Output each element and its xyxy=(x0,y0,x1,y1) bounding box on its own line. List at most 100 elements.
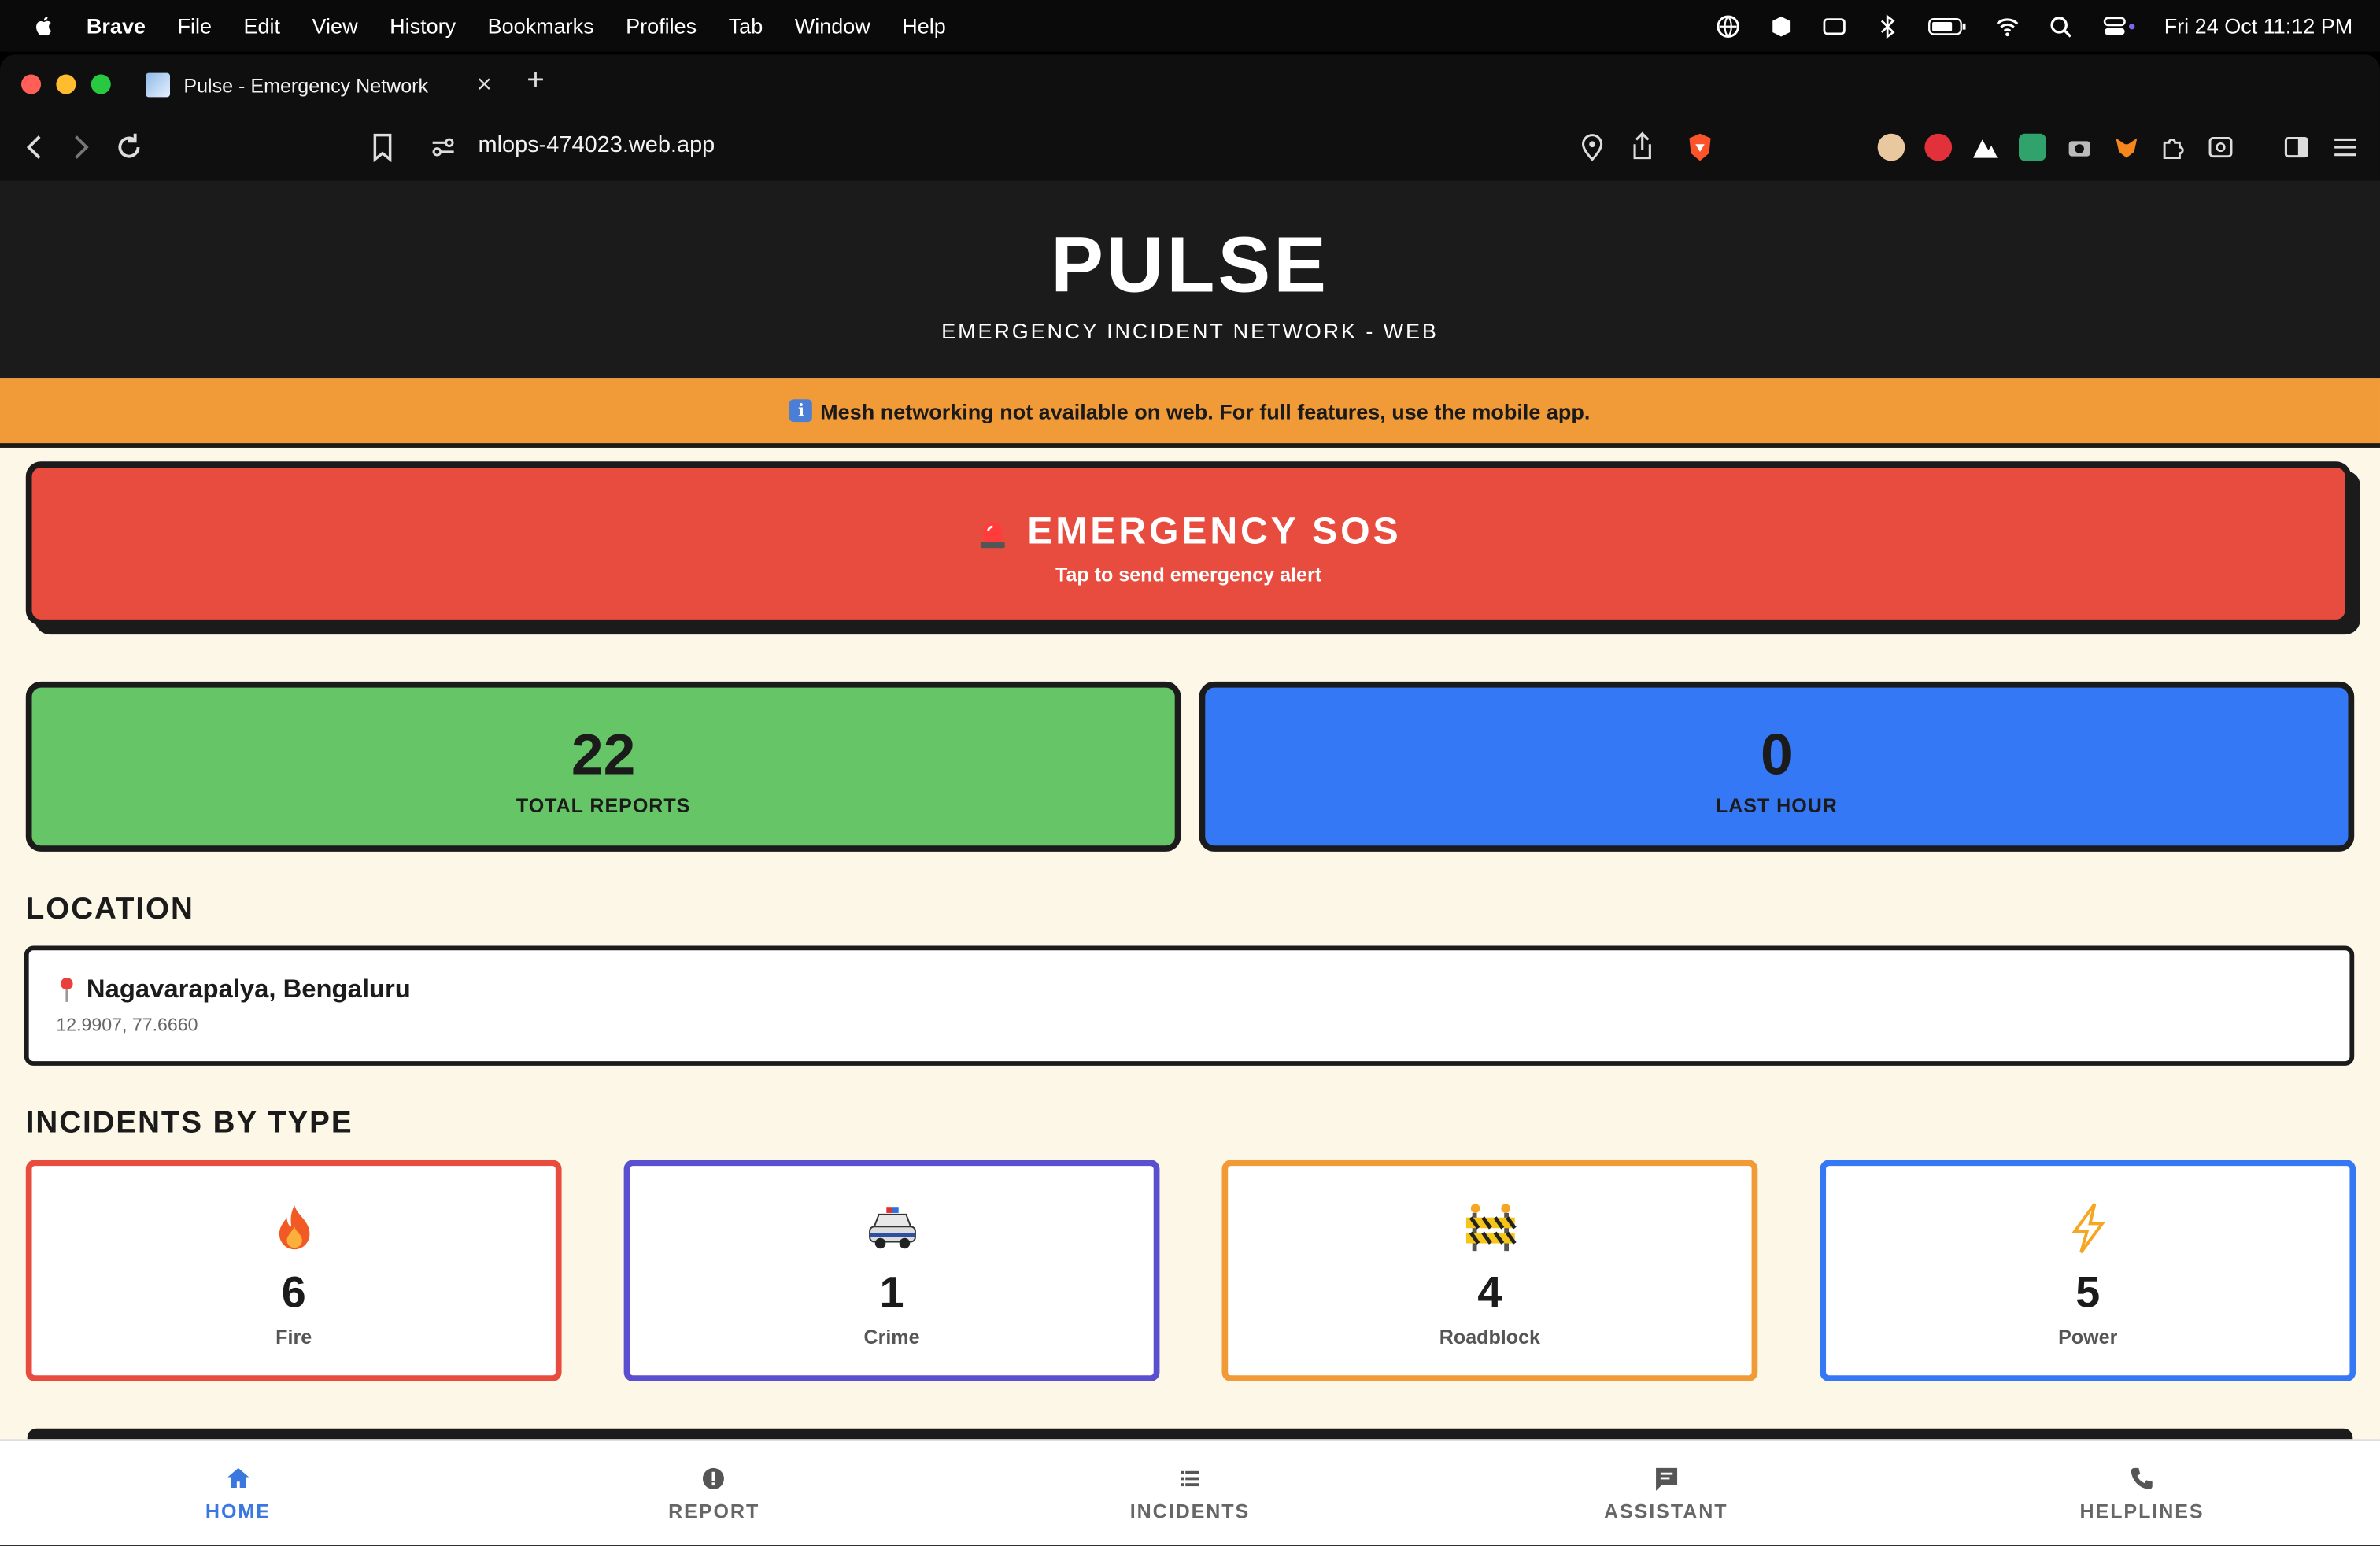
incident-card-crime[interactable]: 1 Crime xyxy=(623,1160,1160,1381)
bottom-navigation: HOME REPORT INCIDENTS ASSISTANT HELPLINE… xyxy=(0,1439,2380,1546)
address-bar[interactable]: mlops-474023.web.app xyxy=(478,132,715,158)
roadblock-count: 4 xyxy=(1477,1269,1502,1318)
roadblock-label: Roadblock xyxy=(1439,1325,1540,1348)
home-icon xyxy=(227,1467,249,1488)
crime-count: 1 xyxy=(879,1269,904,1318)
info-banner: i Mesh networking not available on web. … xyxy=(0,378,2380,448)
location-place: Nagavarapalya, Bengaluru xyxy=(86,975,411,1004)
info-icon: i xyxy=(789,399,813,423)
menu-file[interactable]: File xyxy=(177,13,212,38)
nav-assistant-label: ASSISTANT xyxy=(1603,1500,1728,1523)
apple-icon[interactable] xyxy=(31,13,56,38)
total-reports-value: 22 xyxy=(571,723,636,788)
banner-text: Mesh networking not available on web. Fo… xyxy=(820,398,1591,423)
menu-hamburger-icon[interactable] xyxy=(2331,134,2359,161)
emergency-sos-button[interactable]: EMERGENCY SOS Tap to send emergency aler… xyxy=(25,461,2352,626)
bookmark-icon[interactable] xyxy=(366,131,399,164)
extensions-puzzle-icon[interactable] xyxy=(2160,134,2187,161)
close-window-button[interactable] xyxy=(20,74,42,94)
fire-label: Fire xyxy=(275,1325,312,1348)
brave-shields-icon[interactable] xyxy=(1683,131,1717,164)
favicon-icon xyxy=(146,72,170,98)
menu-brave[interactable]: Brave xyxy=(87,13,146,38)
web-page: PULSE EMERGENCY INCIDENT NETWORK - WEB i… xyxy=(0,180,2380,1546)
menu-history[interactable]: History xyxy=(390,13,456,38)
battery-icon[interactable] xyxy=(1927,13,1967,39)
box-icon[interactable] xyxy=(1768,13,1794,39)
sidebar-toggle-icon[interactable] xyxy=(2283,134,2311,161)
last-hour-card: 0 LAST HOUR xyxy=(1199,681,2355,852)
total-reports-card: 22 TOTAL REPORTS xyxy=(25,681,1181,852)
crime-label: Crime xyxy=(863,1325,920,1348)
menu-window[interactable]: Window xyxy=(795,13,870,38)
last-hour-label: LAST HOUR xyxy=(1715,793,1838,817)
map-pin-icon xyxy=(61,977,73,1002)
bluetooth-icon[interactable] xyxy=(1874,13,1900,39)
extension-search-panel-icon[interactable] xyxy=(2207,134,2234,161)
share-icon[interactable] xyxy=(1625,131,1658,164)
close-tab-icon[interactable]: × xyxy=(477,70,492,101)
chat-icon xyxy=(1655,1467,1677,1491)
fire-icon xyxy=(278,1205,309,1250)
incident-card-power[interactable]: 5 Power xyxy=(1820,1160,2356,1381)
extension-mountain-icon[interactable] xyxy=(1972,134,1999,161)
menu-help[interactable]: Help xyxy=(902,13,946,38)
wifi-icon[interactable] xyxy=(1994,13,2020,39)
tab-title: Pulse - Emergency Network xyxy=(183,73,429,97)
nav-report[interactable]: REPORT xyxy=(476,1441,952,1545)
vpn-globe-icon[interactable] xyxy=(1715,13,1741,39)
nav-assistant[interactable]: ASSISTANT xyxy=(1428,1441,1904,1545)
extension-camera-icon[interactable] xyxy=(2066,134,2094,161)
browser-tab[interactable]: Pulse - Emergency Network × xyxy=(134,64,507,106)
menu-bookmarks[interactable]: Bookmarks xyxy=(488,13,594,38)
app-header: PULSE EMERGENCY INCIDENT NETWORK - WEB xyxy=(0,180,2380,379)
location-pin-icon[interactable] xyxy=(1576,131,1609,164)
extension-avatar-icon[interactable] xyxy=(1877,133,1905,161)
lightning-icon xyxy=(2071,1203,2105,1254)
total-reports-label: TOTAL REPORTS xyxy=(516,793,691,817)
forward-icon[interactable] xyxy=(64,131,97,164)
minimize-window-button[interactable] xyxy=(56,74,76,94)
location-coords: 12.9907, 77.6660 xyxy=(56,1014,198,1036)
nav-helplines[interactable]: HELPLINES xyxy=(1904,1441,2380,1545)
menu-view[interactable]: View xyxy=(312,13,358,38)
power-count: 5 xyxy=(2075,1269,2101,1318)
caption-icon[interactable] xyxy=(1821,13,1847,39)
extension-mail-icon[interactable] xyxy=(2018,133,2046,161)
menu-edit[interactable]: Edit xyxy=(244,13,281,38)
app-title: PULSE xyxy=(1051,221,1329,310)
control-center-icon[interactable] xyxy=(2101,13,2137,39)
maximize-window-button[interactable] xyxy=(91,74,111,94)
list-icon xyxy=(1181,1470,1199,1487)
screen: Brave File Edit View History Bookmarks P… xyxy=(0,0,2380,1546)
nav-incidents[interactable]: INCIDENTS xyxy=(952,1441,1428,1545)
spotlight-search-icon[interactable] xyxy=(2047,13,2073,39)
toolbar: mlops-474023.web.app xyxy=(0,118,2380,176)
extension-ublock-icon[interactable] xyxy=(1924,133,1953,161)
siren-icon xyxy=(980,521,1005,548)
nav-home-label: HOME xyxy=(205,1500,271,1523)
browser-chrome: Pulse - Emergency Network × + mlops-4740… xyxy=(0,54,2380,181)
roadblock-icon xyxy=(1465,1204,1516,1252)
clock[interactable]: Fri 24 Oct 11:12 PM xyxy=(2164,13,2353,38)
incident-card-fire[interactable]: 6 Fire xyxy=(25,1160,562,1381)
reload-icon[interactable] xyxy=(113,131,146,164)
nav-incidents-label: INCIDENTS xyxy=(1129,1500,1251,1523)
location-place-row: Nagavarapalya, Bengaluru xyxy=(56,975,2322,1005)
back-icon[interactable] xyxy=(18,131,51,164)
fire-count: 6 xyxy=(281,1269,306,1318)
app-subtitle: EMERGENCY INCIDENT NETWORK - WEB xyxy=(941,318,1439,343)
status-area: Fri 24 Oct 11:12 PM xyxy=(1715,0,2352,52)
menu-tab[interactable]: Tab xyxy=(729,13,763,38)
incident-card-roadblock[interactable]: 4 Roadblock xyxy=(1221,1160,1758,1381)
phone-icon xyxy=(2131,1467,2153,1489)
menu-profiles[interactable]: Profiles xyxy=(626,13,697,38)
report-icon xyxy=(703,1467,725,1489)
site-settings-icon[interactable] xyxy=(427,131,460,164)
nav-home[interactable]: HOME xyxy=(0,1441,476,1545)
location-card[interactable]: Nagavarapalya, Bengaluru 12.9907, 77.666… xyxy=(24,945,2355,1066)
sos-hint: Tap to send emergency alert xyxy=(1055,563,1322,586)
new-tab-icon[interactable]: + xyxy=(527,64,545,98)
extension-metamask-icon[interactable] xyxy=(2113,134,2141,161)
nav-helplines-label: HELPLINES xyxy=(2079,1500,2204,1523)
